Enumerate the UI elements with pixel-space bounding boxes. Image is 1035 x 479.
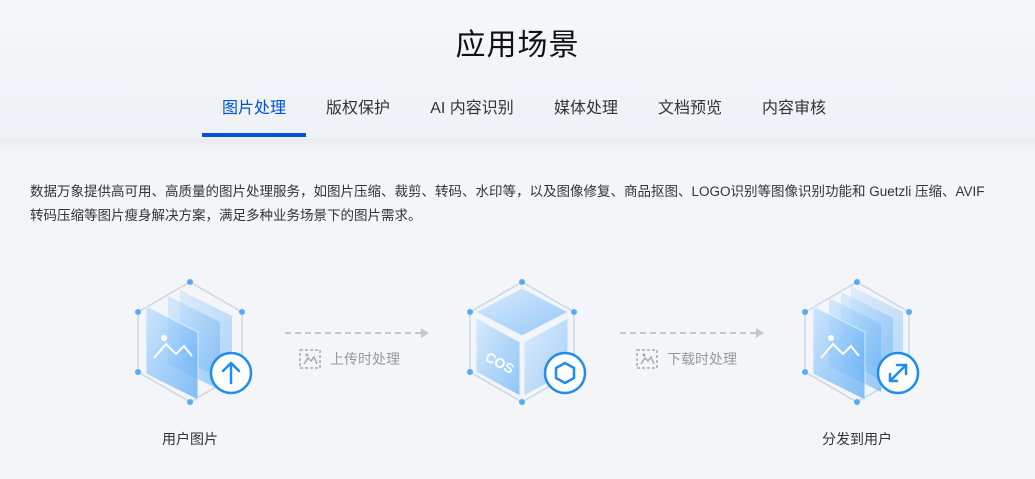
tab-copyright-protection[interactable]: 版权保护: [312, 94, 404, 140]
description-line-2: 转码压缩等图片瘦身解决方案，满足多种业务场景下的图片需求。: [30, 208, 422, 223]
flow-arrow-download: [620, 328, 764, 338]
tab-bar: 图片处理 版权保护 AI 内容识别 媒体处理 文档预览 内容审核: [0, 94, 1035, 140]
download-process-label: 下载时处理: [667, 351, 737, 367]
download-process-label-group: 下载时处理: [635, 348, 737, 370]
distribute-to-user-label: 分发到用户: [822, 431, 892, 447]
flow-arrow-upload: [285, 328, 429, 338]
tab-document-preview[interactable]: 文档预览: [644, 94, 736, 140]
distribute-illustration: [802, 279, 920, 405]
tab-content-moderation[interactable]: 内容审核: [748, 94, 840, 140]
image-frame-icon: [299, 349, 321, 369]
tab-media-processing[interactable]: 媒体处理: [540, 94, 632, 140]
section-header: 应用场景 图片处理 版权保护 AI 内容识别 媒体处理 文档预览 内容审核: [0, 0, 1035, 140]
user-image-label: 用户图片: [162, 431, 218, 447]
upload-process-label: 上传时处理: [330, 351, 400, 367]
upload-process-label-group: 上传时处理: [298, 348, 400, 370]
image-frame-icon: [636, 349, 658, 369]
description-line-1: 数据万象提供高可用、高质量的图片处理服务，如图片压缩、裁剪、转码、水印等，以及图…: [30, 184, 985, 199]
active-tab-indicator: [202, 133, 306, 137]
user-image-illustration: [135, 279, 253, 405]
cos-cube-illustration: COS: [467, 279, 587, 405]
scenario-description: 数据万象提供高可用、高质量的图片处理服务，如图片压缩、裁剪、转码、水印等，以及图…: [30, 180, 1020, 228]
tab-ai-content-recognition[interactable]: AI 内容识别: [420, 94, 524, 140]
header-shadow: [0, 140, 1035, 154]
section-title: 应用场景: [455, 29, 580, 62]
